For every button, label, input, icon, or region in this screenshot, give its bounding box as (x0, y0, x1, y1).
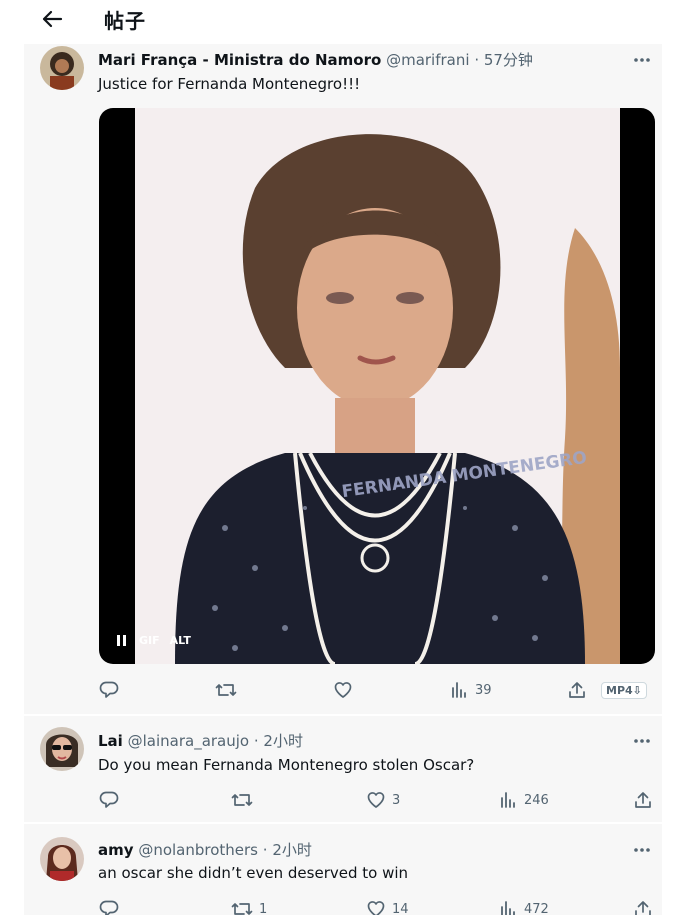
author-name[interactable]: Mari França - Ministra do Namoro (98, 51, 381, 69)
back-button[interactable] (38, 6, 66, 32)
share-icon (635, 901, 651, 915)
author-handle[interactable]: @nolanbrothers (138, 841, 258, 859)
views-chart-icon (452, 682, 466, 698)
author-handle[interactable]: @marifrani (386, 51, 469, 69)
reply-post[interactable]: Lai @lainara_araujo · 2小时 Do you mean Fe… (24, 716, 662, 822)
like-button[interactable]: 14 (366, 897, 409, 915)
more-dots-icon (634, 739, 650, 743)
share-button[interactable] (567, 678, 587, 702)
post-text: Justice for Fernanda Montenegro!!! (98, 75, 361, 93)
mp4-download-button[interactable]: MP4⇩ (601, 678, 647, 702)
heart-icon (367, 901, 385, 915)
pause-button[interactable] (113, 632, 129, 648)
repost-count: 1 (259, 901, 268, 915)
views-button[interactable]: 472 (500, 897, 549, 915)
reply-button[interactable] (99, 678, 125, 702)
gif-media[interactable]: FERNANDA MONTENEGRO GIF ALT (99, 108, 655, 664)
author-handle[interactable]: @lainara_araujo (128, 732, 250, 750)
post-actions: 1 14 472 (99, 897, 651, 915)
reply-post[interactable]: amy @nolanbrothers · 2小时 an oscar she di… (24, 824, 662, 915)
gif-frame: FERNANDA MONTENEGRO (135, 108, 620, 664)
page-title: 帖子 (104, 9, 146, 33)
like-button[interactable] (333, 678, 359, 702)
like-count: 3 (392, 792, 401, 808)
views-count: 39 (475, 682, 492, 698)
repost-button[interactable]: 1 (231, 897, 267, 915)
repost-button[interactable] (231, 788, 259, 812)
top-bar: 帖子 (0, 0, 686, 40)
post-meta: Mari França - Ministra do Namoro @marifr… (98, 49, 533, 70)
post-meta: Lai @lainara_araujo · 2小时 (98, 730, 303, 751)
avatar[interactable] (40, 727, 84, 771)
media-controls: GIF ALT (113, 632, 191, 648)
arrow-left-icon (42, 10, 63, 28)
more-options-button[interactable] (628, 731, 656, 751)
views-count: 472 (524, 901, 549, 915)
views-chart-icon (501, 901, 515, 915)
reply-icon (99, 900, 119, 915)
reply-button[interactable] (99, 897, 125, 915)
post-text: Do you mean Fernanda Montenegro stolen O… (98, 756, 475, 774)
more-dots-icon (634, 848, 650, 852)
share-button[interactable] (633, 897, 653, 915)
author-name[interactable]: amy (98, 841, 134, 859)
reply-icon (99, 791, 119, 808)
gif-badge[interactable]: GIF (139, 634, 160, 647)
like-count: 14 (392, 901, 409, 915)
share-button[interactable] (633, 788, 653, 812)
views-button[interactable]: 39 (451, 678, 492, 702)
reply-icon (99, 681, 119, 698)
repost-icon (215, 684, 237, 696)
post-time[interactable]: · 2小时 (254, 732, 303, 750)
repost-button[interactable] (215, 678, 243, 702)
post-time[interactable]: · 2小时 (263, 841, 312, 859)
views-count: 246 (524, 792, 549, 808)
repost-icon (231, 794, 253, 806)
post-actions: 3 246 (99, 788, 651, 812)
heart-icon (334, 682, 352, 698)
reply-button[interactable] (99, 788, 125, 812)
author-name[interactable]: Lai (98, 732, 123, 750)
share-icon (569, 682, 585, 698)
views-chart-icon (501, 792, 515, 808)
heart-icon (367, 792, 385, 808)
views-button[interactable]: 246 (500, 788, 549, 812)
more-options-button[interactable] (628, 50, 656, 70)
more-dots-icon (634, 58, 650, 62)
more-options-button[interactable] (628, 840, 656, 860)
repost-icon (231, 903, 253, 915)
post-text: an oscar she didn’t even deserved to win (98, 864, 409, 882)
like-button[interactable]: 3 (366, 788, 400, 812)
alt-badge[interactable]: ALT (170, 634, 191, 647)
post-meta: amy @nolanbrothers · 2小时 (98, 839, 312, 860)
post-time[interactable]: · 57分钟 (474, 51, 533, 69)
avatar[interactable] (40, 837, 84, 881)
avatar[interactable] (40, 46, 84, 90)
post-actions: 39 MP4⇩ (99, 678, 649, 702)
main-post[interactable]: Mari França - Ministra do Namoro @marifr… (24, 44, 662, 714)
share-icon (635, 792, 651, 808)
